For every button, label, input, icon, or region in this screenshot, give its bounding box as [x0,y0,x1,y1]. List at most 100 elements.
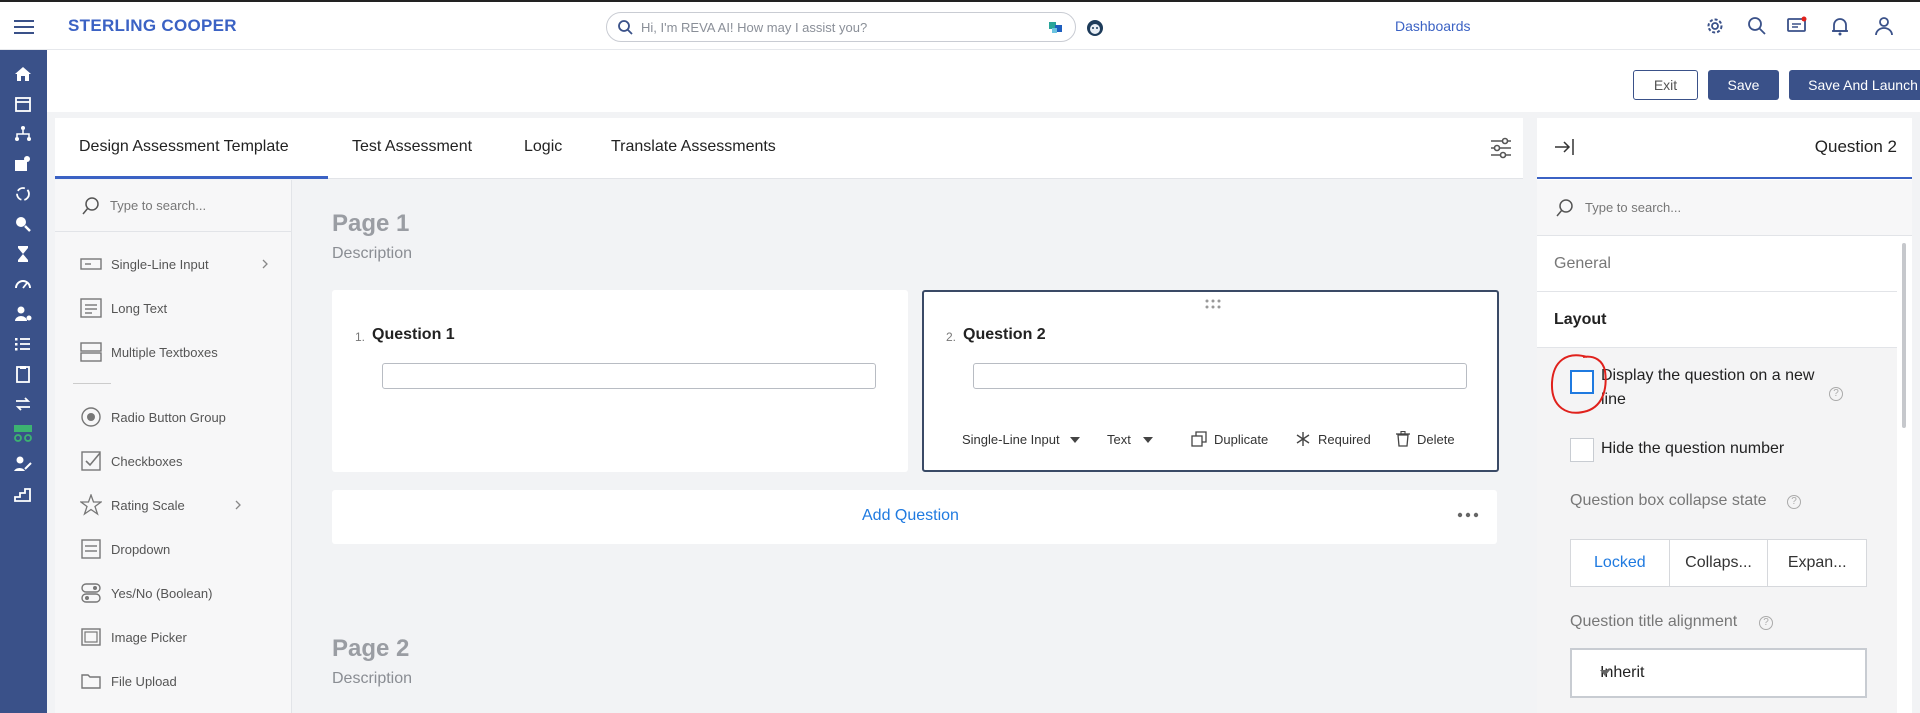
drag-handle-icon[interactable] [1204,298,1222,310]
exit-button[interactable]: Exit [1633,70,1698,100]
user-edit-icon[interactable] [13,454,33,474]
toolbox-item-file-upload[interactable]: File Upload [80,669,177,693]
chevron-right-icon[interactable] [260,258,270,270]
toolbox-item-rating-scale[interactable]: Rating Scale [80,493,241,517]
question-type-label: Single-Line Input [962,432,1060,447]
collapse-option-expanded[interactable]: Expan... [1768,540,1866,586]
question-type-dropdown[interactable]: Single-Line Input [962,432,1080,447]
page-1-title[interactable]: Page 1 [332,210,409,238]
section-general[interactable]: General [1537,236,1897,292]
question-properties-panel: Question 2 Type to search... General Lay… [1537,118,1912,713]
more-options-icon[interactable] [1457,512,1479,518]
calendar-icon[interactable] [13,94,33,114]
hamburger-menu-icon[interactable] [12,16,36,38]
reva-search-bar[interactable]: Hi, I'm REVA AI! How may I assist you? [606,12,1076,42]
section-layout[interactable]: Layout [1537,292,1897,348]
clipboard-icon[interactable] [13,364,33,384]
panel-title: Question 2 [1814,137,1897,156]
tool-label: File Upload [111,673,177,689]
chevron-right-icon[interactable] [233,499,243,511]
speedometer-icon[interactable] [13,274,33,294]
stairs-report-icon[interactable] [13,484,33,504]
designer-tabs: Design Assessment Template Test Assessme… [55,118,1523,179]
user-profile-icon[interactable] [1873,15,1895,37]
notifications-bell-icon[interactable] [1829,15,1851,37]
panel-scrollbar[interactable] [1902,243,1906,428]
save-and-launch-button[interactable]: Save And Launch [1789,70,1920,100]
question-2-input[interactable] [973,363,1467,389]
home-icon[interactable] [13,64,33,84]
toolbox-item-yes-no-boolean[interactable]: Yes/No (Boolean) [80,581,212,605]
input-type-dropdown[interactable]: Text [1107,432,1153,447]
tool-label: Checkboxes [111,453,183,469]
duplicate-button[interactable]: Duplicate [1191,431,1268,447]
tab-logic[interactable]: Logic [524,138,562,156]
required-label: Required [1318,431,1371,447]
collapse-panel-icon[interactable] [1553,136,1575,158]
question-toolbox: Type to search... Single-Line Input Long… [55,180,292,713]
user-settings-icon[interactable] [13,304,33,324]
hourglass-icon[interactable] [13,244,33,264]
toolbox-search[interactable]: Type to search... [55,180,291,232]
asterisk-icon [1295,431,1311,447]
refresh-cycle-icon[interactable] [13,184,33,204]
toolbox-item-dropdown[interactable]: Dropdown [80,537,170,561]
collapse-option-locked[interactable]: Locked [1571,540,1670,586]
toolbox-item-image-picker[interactable]: Image Picker [80,625,187,649]
settings-sliders-icon[interactable] [1489,136,1513,160]
page-2-title[interactable]: Page 2 [332,635,409,663]
properties-search-placeholder: Type to search... [1585,200,1682,215]
checklist-icon[interactable] [13,334,33,354]
assessment-icon[interactable] [13,154,33,174]
assistant-avatar-icon[interactable] [1085,18,1105,38]
toolbox-item-single-line-input[interactable]: Single-Line Input [80,252,268,276]
delete-label: Delete [1417,431,1455,447]
question-title[interactable]: Question 1 [372,326,455,344]
new-feature-icon[interactable] [13,424,33,444]
help-icon[interactable]: ? [1787,495,1801,509]
caret-down-icon [1069,436,1080,443]
display-new-line-label[interactable]: Display the question on a new line [1601,364,1816,412]
required-toggle[interactable]: Required [1295,431,1371,447]
single-line-input-icon [80,253,102,275]
messages-icon[interactable] [1786,15,1808,37]
dashboards-link[interactable]: Dashboards [1395,18,1471,34]
left-navigation-rail [0,50,47,713]
tool-label: Multiple Textboxes [111,344,218,360]
hide-number-label[interactable]: Hide the question number [1601,440,1784,458]
save-button[interactable]: Save [1708,70,1779,100]
brand-name[interactable]: STERLING COOPER [68,16,237,36]
search-placeholder: Hi, I'm REVA AI! How may I assist you? [641,20,868,35]
tab-design-assessment-template[interactable]: Design Assessment Template [79,138,289,156]
toolbox-item-radio-button-group[interactable]: Radio Button Group [80,405,226,429]
tool-label: Yes/No (Boolean) [111,585,213,601]
question-1-input[interactable] [382,363,876,389]
delete-button[interactable]: Delete [1396,431,1455,447]
search-icon [1555,198,1575,218]
properties-search[interactable]: Type to search... [1537,180,1912,236]
toolbox-item-long-text[interactable]: Long Text [80,296,167,320]
hide-number-checkbox[interactable] [1570,438,1594,462]
page-1-description[interactable]: Description [332,245,412,263]
search-people-icon[interactable] [13,214,33,234]
title-alignment-label: Question title alignment [1570,613,1738,630]
collapse-option-collapsed[interactable]: Collaps... [1670,540,1769,586]
help-icon[interactable]: ? [1829,387,1843,401]
help-icon[interactable]: ? [1759,616,1773,630]
toolbox-divider [73,383,111,384]
tab-translate-assessments[interactable]: Translate Assessments [611,138,776,156]
design-canvas: Page 1 Description 1. Question 1 2. Ques… [292,180,1523,713]
question-1-card[interactable]: 1. Question 1 [332,290,908,472]
title-alignment-select[interactable]: Inherit [1570,648,1867,698]
tab-test-assessment[interactable]: Test Assessment [352,138,472,156]
reva-logo-icon[interactable] [1047,19,1065,37]
question-title[interactable]: Question 2 [963,326,1046,344]
toolbox-item-multiple-textboxes[interactable]: Multiple Textboxes [80,340,218,364]
transfer-icon[interactable] [13,394,33,414]
settings-gear-icon[interactable] [1704,15,1726,37]
page-2-description[interactable]: Description [332,670,412,688]
add-question-button[interactable]: Add Question [862,507,959,525]
toolbox-item-checkboxes[interactable]: Checkboxes [80,449,183,473]
org-chart-icon[interactable] [13,124,33,144]
search-icon[interactable] [1746,15,1768,37]
